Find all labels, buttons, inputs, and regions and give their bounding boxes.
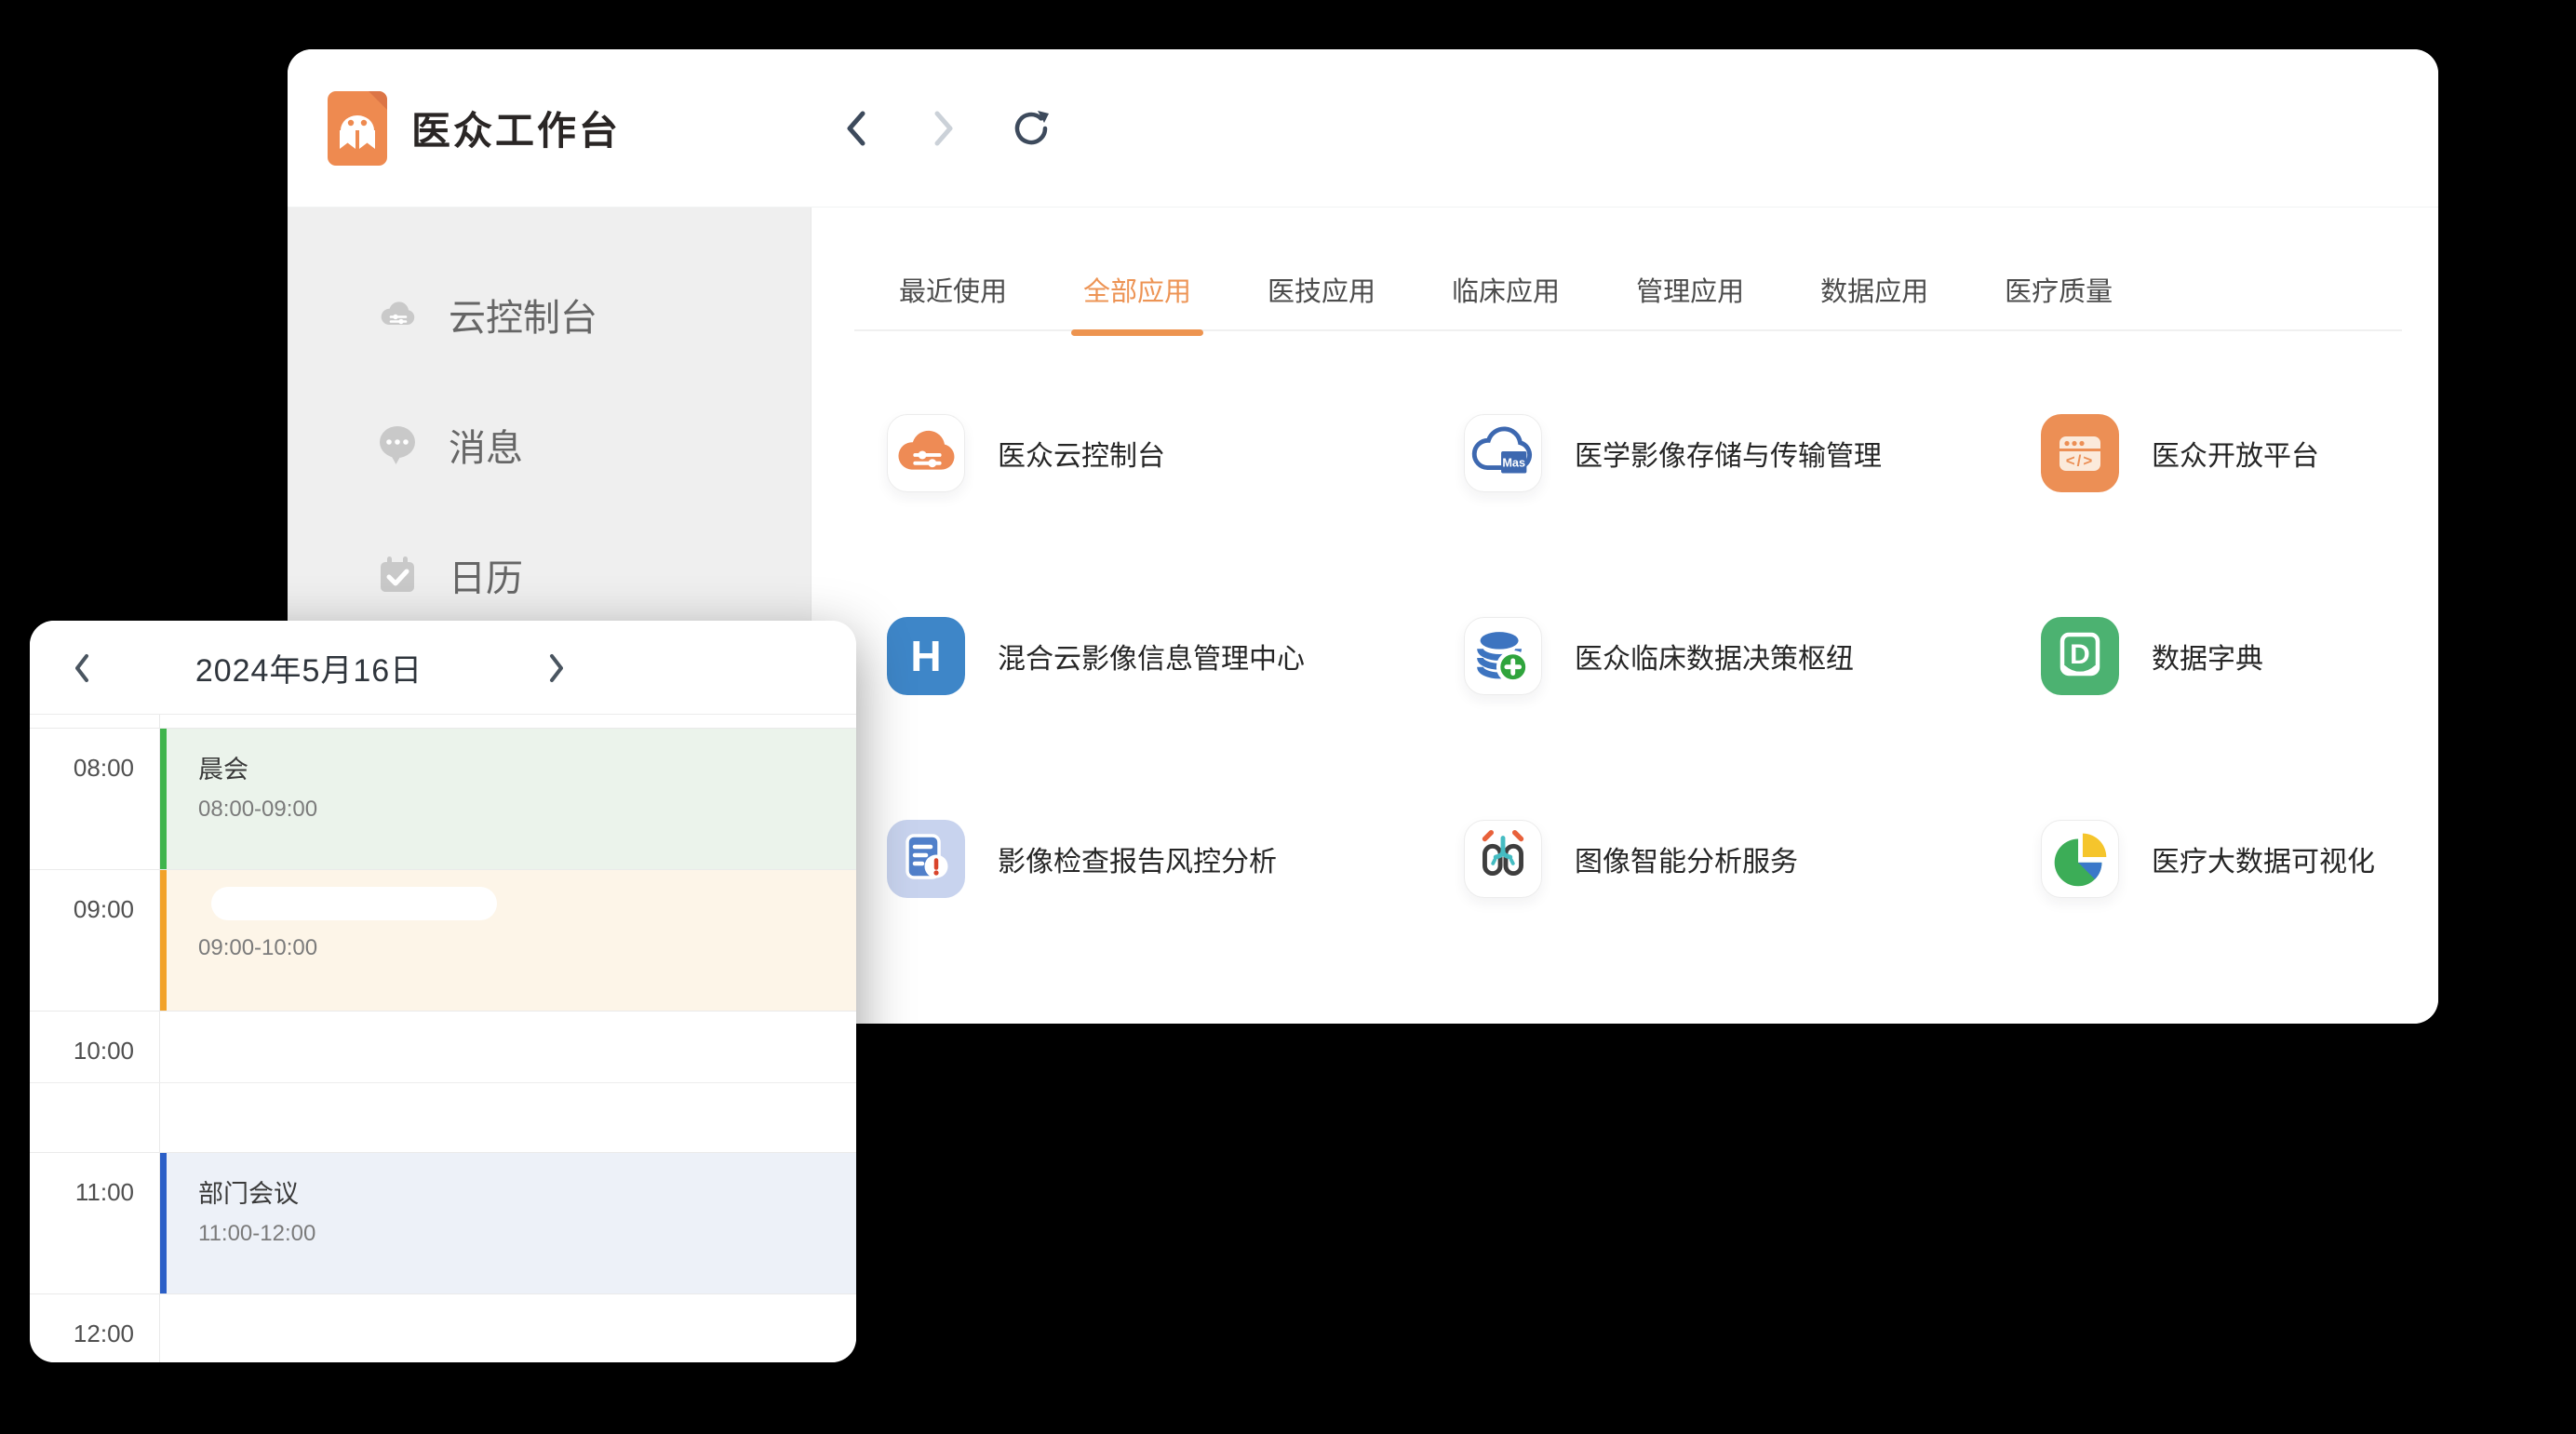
tab-quality[interactable]: 医疗质量: [2005, 279, 2113, 306]
tab-medtech-apps[interactable]: 医技应用: [1268, 279, 1375, 306]
apps-content: 最近使用 全部应用 医技应用 临床应用 管理应用 数据应用 医疗质量: [812, 208, 2438, 1024]
back-button[interactable]: [832, 101, 880, 156]
refresh-icon: [1010, 107, 1053, 150]
time-label: 09:00: [30, 895, 134, 924]
sidebar-item-label: 消息: [449, 418, 523, 472]
app-label: 医疗大数据可视化: [2152, 838, 2375, 879]
sidebar-item-label: 日历: [449, 548, 523, 602]
chevron-left-icon: [70, 651, 94, 685]
lungs-icon: [1464, 820, 1542, 898]
app-category-tabs: 最近使用 全部应用 医技应用 临床应用 管理应用 数据应用 医疗质量: [854, 208, 2402, 331]
pie-chart-icon: [2041, 820, 2119, 898]
sidebar-item-messages[interactable]: 消息: [288, 380, 811, 510]
calendar-event-redacted[interactable]: 09:00-10:00: [160, 870, 856, 1011]
time-label: 11:00: [30, 1178, 134, 1207]
calendar-row-1200: 12:00: [30, 1293, 856, 1362]
calendar-header: 2024年5月16日: [30, 621, 856, 715]
tab-clinical-apps[interactable]: 临床应用: [1452, 279, 1560, 306]
sidebar-item-cloud-console[interactable]: 云控制台: [288, 249, 811, 380]
app-label: 影像检查报告风控分析: [998, 838, 1277, 879]
code-window-icon: </>: [2041, 414, 2119, 492]
report-alert-icon: [887, 820, 965, 898]
app-report-risk-analysis[interactable]: 影像检查报告风控分析: [887, 820, 1464, 898]
app-logo-icon: [328, 91, 387, 166]
nav-controls: [832, 49, 1055, 207]
calendar-event-department-meeting[interactable]: 部门会议 11:00-12:00: [160, 1153, 856, 1293]
app-label: 医众开放平台: [2152, 433, 2319, 474]
app-bigdata-visualization[interactable]: 医疗大数据可视化: [2041, 820, 2402, 898]
app-open-platform[interactable]: </> 医众开放平台: [2041, 414, 2402, 492]
chevron-right-icon: [930, 108, 958, 149]
calendar-next-button[interactable]: [530, 621, 583, 715]
calendar-prev-button[interactable]: [56, 621, 108, 715]
app-label: 医众云控制台: [998, 433, 1165, 474]
event-title: 晨会: [198, 749, 856, 785]
half-hour-line: [30, 1082, 856, 1083]
letter-h-icon: H: [887, 617, 965, 695]
calendar-row-0900: 09:00 09:00-10:00: [30, 869, 856, 1011]
calendar-row-0800: 08:00 晨会 08:00-09:00: [30, 728, 856, 869]
tab-admin-apps[interactable]: 管理应用: [1636, 279, 1744, 306]
calendar-event-morning-meeting[interactable]: 晨会 08:00-09:00: [160, 729, 856, 869]
app-label: 医众临床数据决策枢纽: [1575, 636, 1854, 677]
svg-text:D: D: [2070, 639, 2090, 670]
app-image-storage-transfer[interactable]: Mas 医学影像存储与传输管理: [1464, 414, 2041, 492]
cloud-sliders-icon: [376, 293, 419, 336]
forward-button[interactable]: [919, 101, 968, 156]
app-grid: 医众云控制台 Mas 医学影像存储与传输管理: [887, 414, 2402, 898]
chevron-right-icon: [544, 651, 569, 685]
calendar-row-1000: 10:00: [30, 1011, 856, 1152]
window-header: 医众工作台: [288, 49, 2438, 207]
time-label: 10:00: [30, 1037, 134, 1065]
app-label: 混合云影像信息管理中心: [998, 636, 1305, 677]
sidebar-item-label: 云控制台: [449, 288, 597, 342]
calendar-day-view: 08:00 晨会 08:00-09:00 09:00 09:00-10:00 1…: [30, 715, 856, 1362]
orange-cloud-sliders-icon: [887, 414, 965, 492]
tab-all-apps[interactable]: 全部应用: [1083, 279, 1191, 306]
calendar-check-icon: [376, 554, 419, 596]
time-label: 12:00: [30, 1320, 134, 1348]
calendar-row-1100: 11:00 部门会议 11:00-12:00: [30, 1152, 856, 1293]
chevron-left-icon: [842, 108, 870, 149]
app-label: 图像智能分析服务: [1575, 838, 1798, 879]
event-time: 09:00-10:00: [198, 935, 856, 961]
dictionary-book-icon: D: [2041, 617, 2119, 695]
cloud-mas-icon: Mas: [1464, 414, 1542, 492]
app-label: 医学影像存储与传输管理: [1575, 433, 1882, 474]
desktop-background: 医众工作台: [0, 0, 2576, 1434]
calendar-date: 2024年5月16日: [141, 621, 476, 715]
window-title: 医众工作台: [411, 100, 621, 156]
app-cloud-console[interactable]: 医众云控制台: [887, 414, 1464, 492]
calendar-panel: 2024年5月16日 08:00 晨会 08:00-09:00 09:00: [30, 621, 856, 1362]
app-data-dictionary[interactable]: D 数据字典: [2041, 617, 2402, 695]
app-hybrid-cloud-imaging-center[interactable]: H 混合云影像信息管理中心: [887, 617, 1464, 695]
app-label: 数据字典: [2152, 636, 2263, 677]
svg-text:Mas: Mas: [1502, 457, 1525, 470]
app-clinical-data-hub[interactable]: 医众临床数据决策枢纽: [1464, 617, 2041, 695]
event-title: 部门会议: [198, 1173, 856, 1210]
database-plus-icon: [1464, 617, 1542, 695]
svg-text:</>: </>: [2066, 452, 2095, 470]
time-label: 08:00: [30, 754, 134, 783]
tab-recent[interactable]: 最近使用: [899, 279, 1007, 306]
chat-bubble-icon: [376, 423, 419, 466]
event-time: 08:00-09:00: [198, 797, 856, 823]
event-time: 11:00-12:00: [198, 1221, 856, 1247]
tab-data-apps[interactable]: 数据应用: [1820, 279, 1928, 306]
refresh-button[interactable]: [1007, 101, 1055, 156]
redacted-event-title: [211, 887, 497, 920]
svg-text:H: H: [910, 632, 941, 680]
app-image-ai-service[interactable]: 图像智能分析服务: [1464, 820, 2041, 898]
